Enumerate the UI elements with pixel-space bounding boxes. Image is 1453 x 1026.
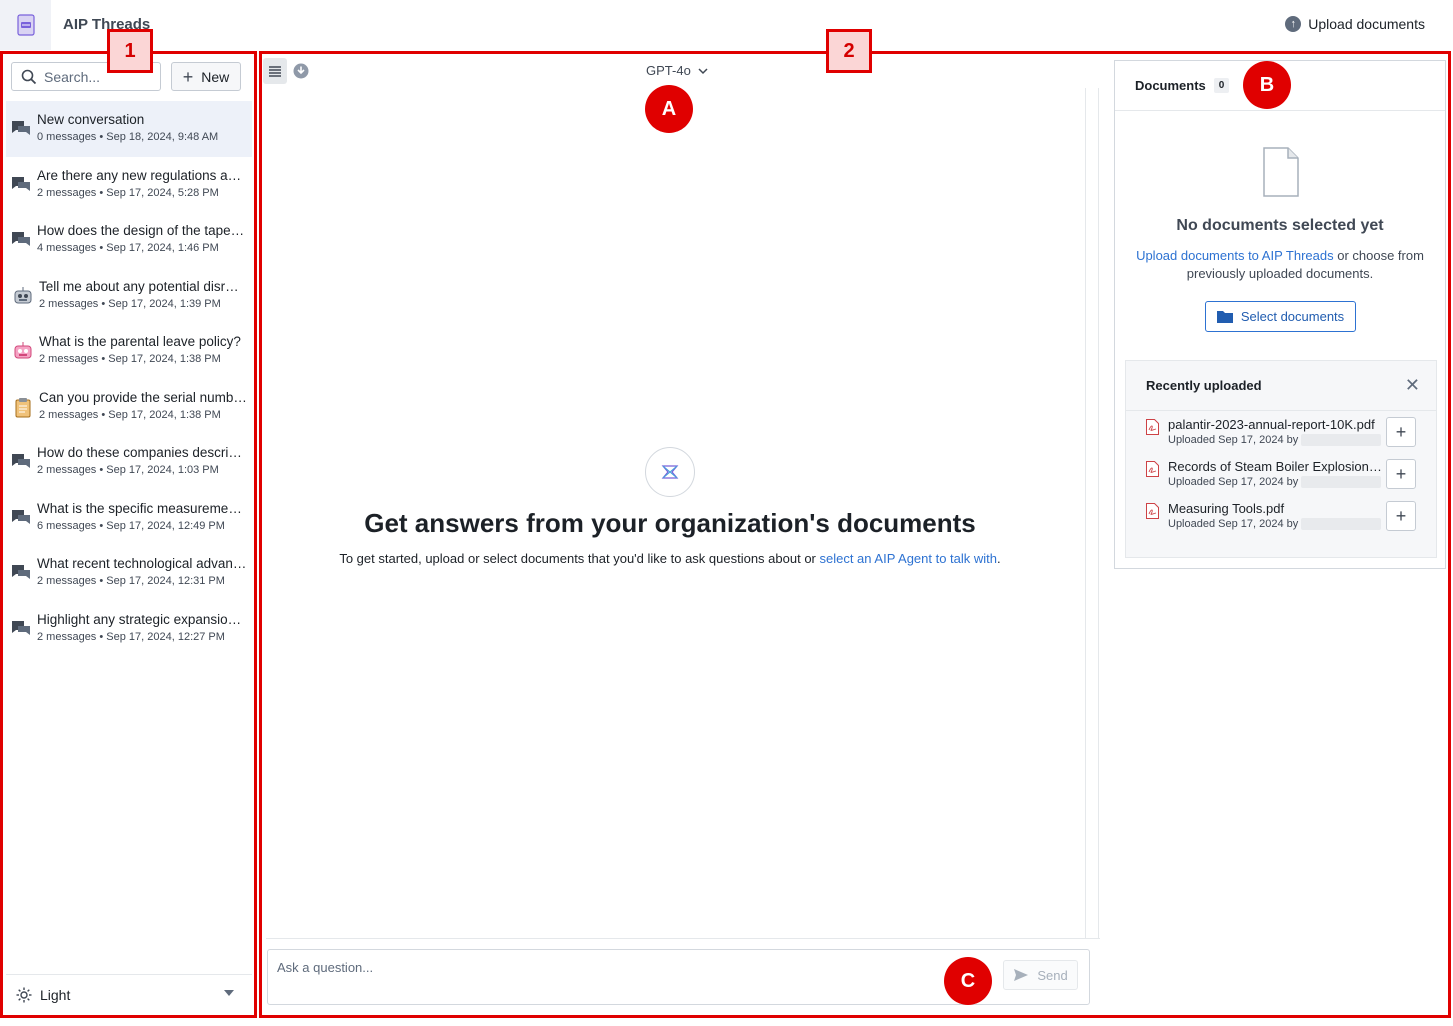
app-logo-icon[interactable] [0,0,51,50]
top-bar: AIP Threads ↑ Upload documents [0,0,1453,50]
upload-documents-button[interactable]: ↑ Upload documents [1285,16,1425,32]
annotation-marker-a: A [645,85,693,133]
annotation-marker-c: C [944,957,992,1005]
annotation-box-main [259,51,1451,1018]
annotation-label-2: 2 [826,29,872,73]
annotation-marker-b: B [1243,61,1291,109]
upload-documents-label: Upload documents [1308,16,1425,32]
annotation-label-1: 1 [107,29,153,73]
annotation-box-sidebar [0,51,257,1018]
upload-arrow-icon: ↑ [1285,16,1302,32]
